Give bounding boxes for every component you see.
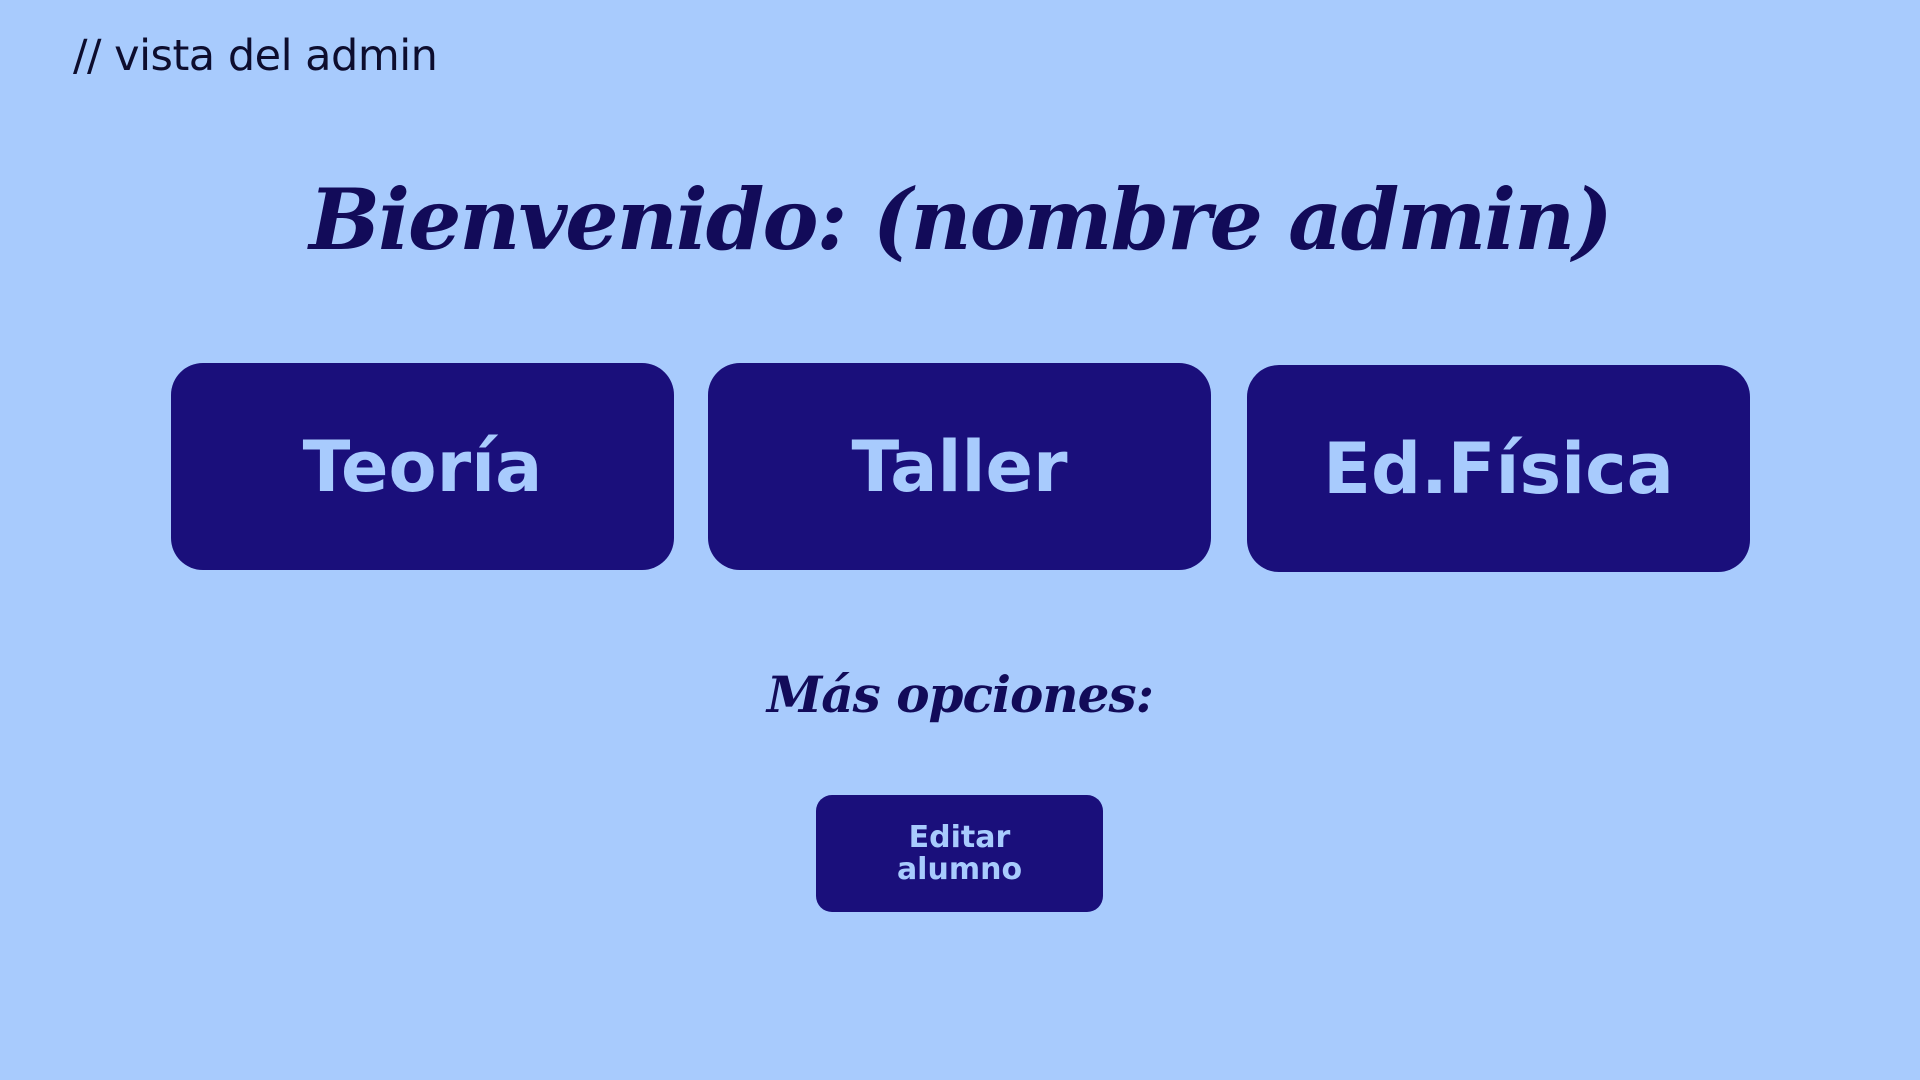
ed-fisica-button-label: Ed.Física — [1323, 427, 1674, 510]
taller-button-label: Taller — [851, 425, 1068, 508]
teoria-button[interactable]: Teoría — [171, 363, 674, 570]
more-options-heading: Más opciones: — [766, 665, 1154, 724]
edit-student-button[interactable]: Editar alumno — [816, 795, 1103, 912]
taller-button[interactable]: Taller — [708, 363, 1211, 570]
ed-fisica-button[interactable]: Ed.Física — [1247, 365, 1750, 572]
page-title: Bienvenido: (nombre admin) — [309, 170, 1613, 269]
teoria-button-label: Teoría — [302, 425, 543, 508]
edit-student-label-line1: Editar — [908, 819, 1011, 855]
edit-student-label-line2: alumno — [896, 851, 1023, 887]
admin-view-note: // vista del admin — [73, 31, 438, 81]
